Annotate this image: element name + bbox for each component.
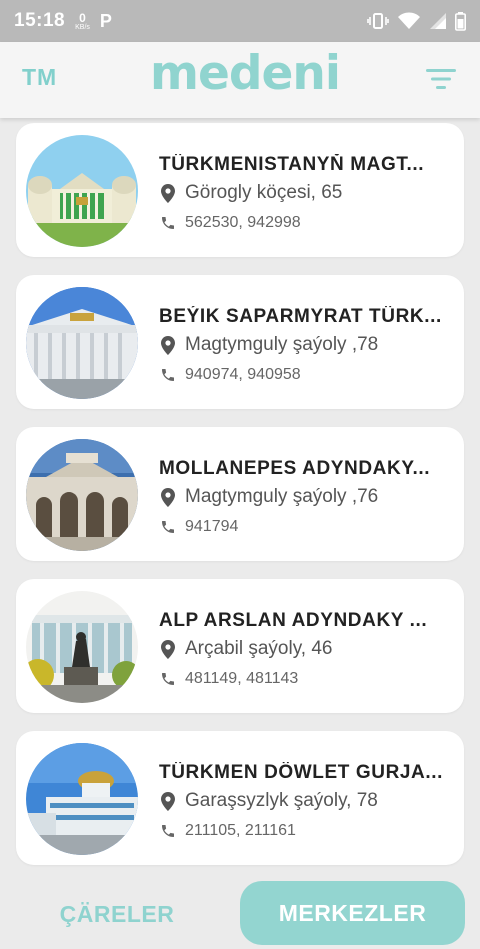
venue-card[interactable]: TÜRKMENISTANYŇ MAGT... Görogly köçesi, 6… bbox=[16, 123, 464, 257]
filter-button[interactable] bbox=[424, 66, 458, 92]
location-pin-icon bbox=[159, 791, 177, 811]
language-toggle[interactable]: TM bbox=[22, 64, 57, 91]
venue-phone-row: 481149, 481143 bbox=[159, 670, 298, 688]
venue-title: TÜRKMENISTANYŇ MAGT... bbox=[159, 154, 425, 175]
venue-address: Arçabil şaýoly, 46 bbox=[185, 638, 333, 659]
status-time: 15:18 bbox=[14, 10, 66, 31]
venue-card[interactable]: MOLLANEPES ADYNDAKY... Magtymguly şaýoly… bbox=[16, 427, 464, 561]
venue-card[interactable]: BEÝIK SAPARMYRAT TÜRK... Magtymguly şaýo… bbox=[16, 275, 464, 409]
venue-phone-row: 940974, 940958 bbox=[159, 366, 301, 384]
bottom-tab-bar: ÇÄRELER MERKEZLER bbox=[0, 872, 480, 949]
venue-address-row: Magtymguly şaýoly ,76 bbox=[159, 486, 378, 508]
vibrate-icon bbox=[367, 13, 389, 29]
tab-merkezler[interactable]: MERKEZLER bbox=[240, 881, 465, 945]
app-notification-icon: P bbox=[99, 10, 112, 31]
venue-address-row: Magtymguly şaýoly ,78 bbox=[159, 334, 378, 356]
venue-address-row: Arçabil şaýoly, 46 bbox=[159, 638, 333, 660]
battery-icon bbox=[455, 11, 466, 31]
venue-phone: 562530, 942998 bbox=[185, 214, 301, 231]
wifi-icon bbox=[397, 12, 421, 30]
venue-phone: 941794 bbox=[185, 518, 239, 535]
venue-address: Magtymguly şaýoly ,78 bbox=[185, 334, 379, 355]
venue-photo bbox=[26, 591, 138, 703]
location-pin-icon bbox=[159, 183, 177, 203]
network-speed-value: 0 bbox=[79, 10, 86, 25]
brand-logo: medeni bbox=[150, 46, 341, 101]
venue-photo bbox=[26, 287, 138, 399]
app-header: TM medeni bbox=[0, 42, 480, 118]
venue-phone: 481149, 481143 bbox=[185, 670, 299, 687]
tab-chareler[interactable]: ÇÄRELER bbox=[24, 884, 210, 944]
network-speed: 0 KB/s bbox=[75, 12, 90, 31]
location-pin-icon bbox=[159, 639, 177, 659]
venue-phone: 940974, 940958 bbox=[185, 366, 301, 383]
venue-address-row: Görogly köçesi, 65 bbox=[159, 182, 342, 204]
venue-photo bbox=[26, 135, 138, 247]
venue-title: BEÝIK SAPARMYRAT TÜRK... bbox=[159, 306, 442, 327]
filter-icon bbox=[426, 69, 456, 89]
venue-address-row: Garaşsyzlyk şaýoly, 78 bbox=[159, 790, 378, 812]
venue-address: Magtymguly şaýoly ,76 bbox=[185, 486, 379, 507]
venue-title: ALP ARSLAN ADYNDAKY ... bbox=[159, 610, 428, 631]
venue-photo bbox=[26, 743, 138, 855]
venue-address: Garaşsyzlyk şaýoly, 78 bbox=[185, 790, 378, 811]
venue-title: MOLLANEPES ADYNDAKY... bbox=[159, 458, 431, 479]
phone-icon bbox=[159, 670, 177, 688]
venue-phone-row: 211105, 211161 bbox=[159, 822, 296, 840]
venue-card[interactable]: ALP ARSLAN ADYNDAKY ... Arçabil şaýoly, … bbox=[16, 579, 464, 713]
venue-phone-row: 562530, 942998 bbox=[159, 214, 301, 232]
venue-address: Görogly köçesi, 65 bbox=[185, 182, 343, 203]
phone-icon bbox=[159, 366, 177, 384]
venue-phone-row: 941794 bbox=[159, 518, 238, 536]
network-speed-unit: KB/s bbox=[75, 23, 90, 31]
signal-icon bbox=[429, 12, 447, 30]
phone-icon bbox=[159, 518, 177, 536]
status-bar: 15:18 0 KB/s P bbox=[0, 0, 480, 42]
venue-title: TÜRKMEN DÖWLET GURJA... bbox=[159, 762, 444, 783]
location-pin-icon bbox=[159, 487, 177, 507]
phone-icon bbox=[159, 822, 177, 840]
venue-card[interactable]: TÜRKMEN DÖWLET GURJA... Garaşsyzlyk şaýo… bbox=[16, 731, 464, 865]
venue-list[interactable]: TÜRKMENISTANYŇ MAGT... Görogly köçesi, 6… bbox=[0, 118, 480, 872]
venue-photo bbox=[26, 439, 138, 551]
location-pin-icon bbox=[159, 335, 177, 355]
venue-phone: 211105, 211161 bbox=[185, 822, 296, 839]
phone-icon bbox=[159, 214, 177, 232]
